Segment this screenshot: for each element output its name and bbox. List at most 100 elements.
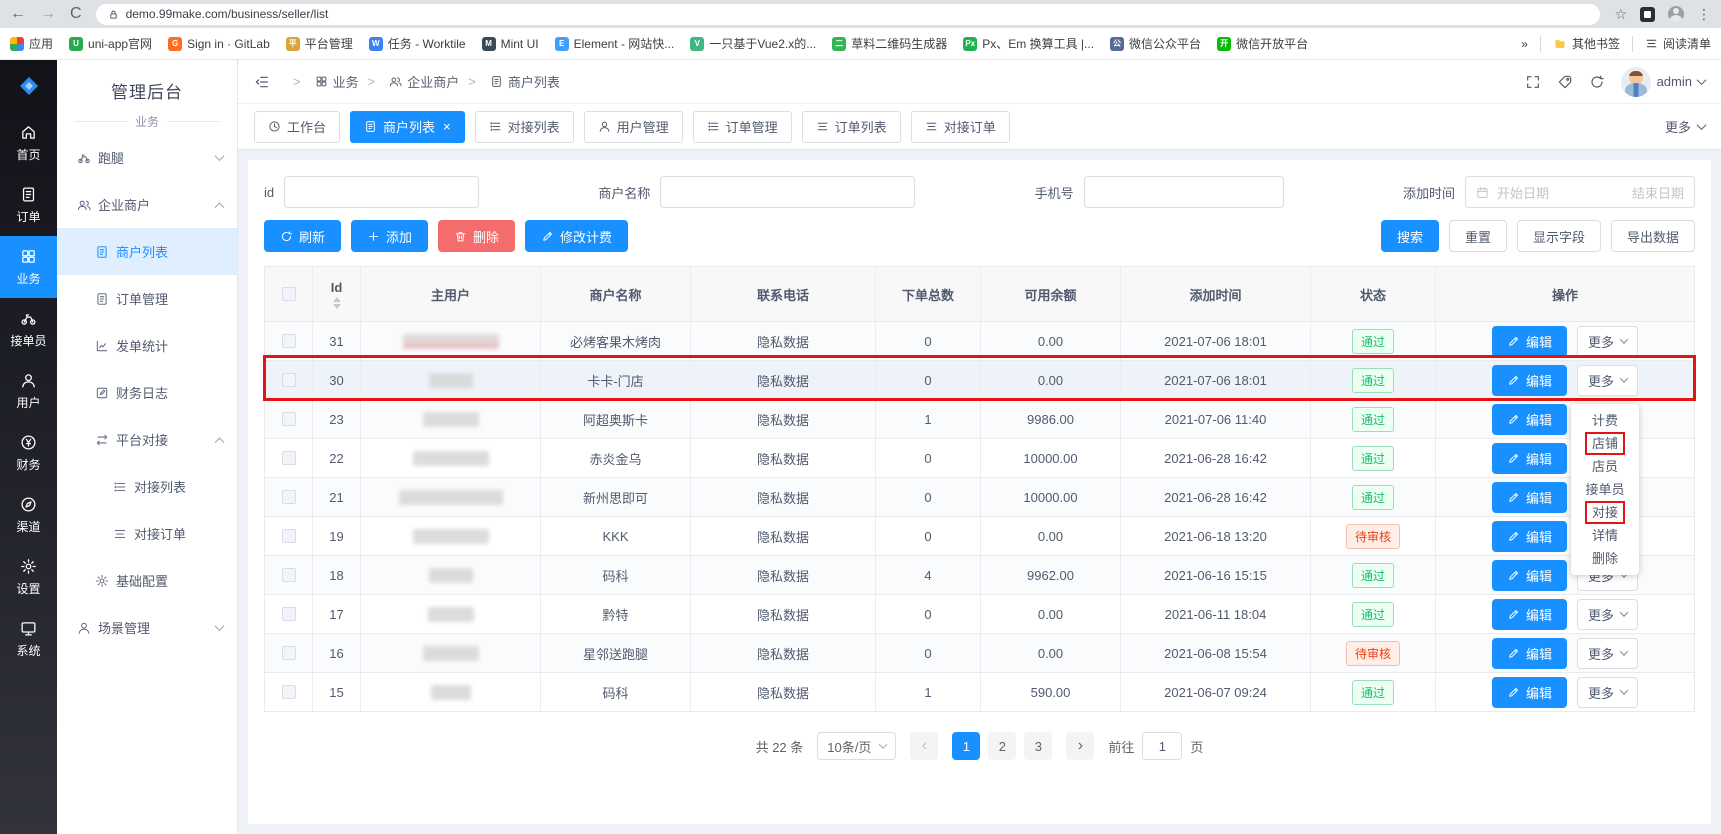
bookmark-item[interactable]: E Element - 网站快... bbox=[555, 35, 675, 52]
page-tab[interactable]: 用户管理 × bbox=[584, 111, 683, 143]
dropdown-menu-item[interactable]: 计费 bbox=[1571, 409, 1639, 432]
toolbar-action-button[interactable]: 刷新 bbox=[264, 220, 341, 252]
bookmark-item[interactable]: V 一只基于Vue2.x的... bbox=[690, 35, 816, 52]
sidebar-menu-item[interactable]: 对接订单 bbox=[57, 510, 237, 557]
more-button[interactable]: 更多 bbox=[1577, 365, 1638, 396]
select-all-checkbox[interactable] bbox=[282, 287, 296, 301]
page-tab[interactable]: 对接订单 × bbox=[911, 111, 1010, 143]
dropdown-menu-item[interactable]: 对接 bbox=[1571, 501, 1639, 524]
browser-profile-icon[interactable] bbox=[1668, 6, 1684, 22]
toolbar-action-button[interactable]: 修改计费 bbox=[525, 220, 628, 252]
sidebar-menu-item[interactable]: 商户列表 bbox=[57, 228, 237, 275]
sort-control[interactable] bbox=[333, 297, 341, 309]
toolbar-action-button[interactable]: 添加 bbox=[351, 220, 428, 252]
prev-page-button[interactable]: ‹ bbox=[910, 732, 938, 760]
page-size-select[interactable]: 10条/页 bbox=[817, 732, 896, 760]
reading-list[interactable]: 阅读清单 bbox=[1645, 35, 1711, 52]
edit-button[interactable]: 编辑 bbox=[1492, 482, 1567, 513]
page-tab[interactable]: 对接列表 × bbox=[475, 111, 574, 143]
bookmark-item[interactable]: 二 草料二维码生成器 bbox=[832, 35, 947, 52]
edit-button[interactable]: 编辑 bbox=[1492, 404, 1567, 435]
page-tab[interactable]: 工作台 × bbox=[254, 111, 340, 143]
bookmark-item[interactable]: M Mint UI bbox=[482, 37, 539, 51]
rail-nav-item[interactable]: 财务 bbox=[0, 422, 57, 484]
bookmark-item[interactable]: G Sign in · GitLab bbox=[168, 37, 270, 51]
edit-button[interactable]: 编辑 bbox=[1492, 677, 1567, 708]
row-checkbox[interactable] bbox=[282, 451, 296, 465]
row-checkbox[interactable] bbox=[282, 334, 296, 348]
dropdown-menu-item[interactable]: 店员 bbox=[1571, 455, 1639, 478]
sidebar-menu-item[interactable]: 企业商户 bbox=[57, 181, 237, 228]
sidebar-menu-item[interactable]: 平台对接 bbox=[57, 416, 237, 463]
bookmark-item[interactable]: 开 微信开放平台 bbox=[1217, 35, 1308, 52]
row-checkbox[interactable] bbox=[282, 607, 296, 621]
breadcrumb-item[interactable]: 企业商户 bbox=[359, 72, 460, 91]
next-page-button[interactable]: › bbox=[1066, 732, 1094, 760]
tab-close-icon[interactable]: × bbox=[443, 119, 451, 134]
rail-nav-item[interactable]: 渠道 bbox=[0, 484, 57, 546]
row-checkbox[interactable] bbox=[282, 412, 296, 426]
edit-button[interactable]: 编辑 bbox=[1492, 521, 1567, 552]
filter-merchant-name-input[interactable] bbox=[660, 176, 915, 208]
sidebar-menu-item[interactable]: 财务日志 bbox=[57, 369, 237, 416]
goto-page-input[interactable] bbox=[1142, 732, 1182, 760]
edit-button[interactable]: 编辑 bbox=[1492, 365, 1567, 396]
app-logo[interactable] bbox=[0, 60, 57, 112]
address-bar[interactable]: demo.99make.com/business/seller/list bbox=[96, 4, 1601, 25]
forward-button[interactable]: → bbox=[40, 6, 56, 22]
row-checkbox[interactable] bbox=[282, 646, 296, 660]
user-menu[interactable]: admin bbox=[1621, 67, 1705, 97]
page-number-button[interactable]: 3 bbox=[1024, 732, 1052, 760]
sidebar-menu-item[interactable]: 基础配置 bbox=[57, 557, 237, 604]
reload-button[interactable]: C bbox=[70, 6, 82, 22]
more-button[interactable]: 更多 bbox=[1577, 638, 1638, 669]
dropdown-menu-item[interactable]: 接单员 bbox=[1571, 478, 1639, 501]
toolbar-query-button[interactable]: 重置 bbox=[1449, 220, 1507, 252]
bookmark-item[interactable]: 应用 bbox=[10, 35, 53, 52]
bookmarks-overflow-chevron[interactable]: » bbox=[1521, 37, 1528, 51]
refresh-icon[interactable] bbox=[1589, 74, 1605, 90]
bookmark-star-icon[interactable]: ☆ bbox=[1614, 6, 1627, 23]
date-range-picker[interactable]: 开始日期 结束日期 bbox=[1465, 176, 1695, 208]
more-button[interactable]: 更多 bbox=[1577, 599, 1638, 630]
menu-fold-icon[interactable] bbox=[254, 74, 270, 90]
dropdown-menu-item[interactable]: 删除 bbox=[1571, 547, 1639, 570]
bookmark-item[interactable]: U uni-app官网 bbox=[69, 35, 152, 52]
edit-button[interactable]: 编辑 bbox=[1492, 638, 1567, 669]
toolbar-query-button[interactable]: 显示字段 bbox=[1517, 220, 1601, 252]
page-tab[interactable]: 订单管理 × bbox=[693, 111, 792, 143]
breadcrumb-item[interactable]: 商户列表 bbox=[459, 72, 560, 91]
rail-nav-item[interactable]: 首页 bbox=[0, 112, 57, 174]
page-number-button[interactable]: 2 bbox=[988, 732, 1016, 760]
rail-nav-item[interactable]: 设置 bbox=[0, 546, 57, 608]
extension-icon[interactable] bbox=[1640, 7, 1655, 22]
sidebar-menu-item[interactable]: 订单管理 bbox=[57, 275, 237, 322]
rail-nav-item[interactable]: 用户 bbox=[0, 360, 57, 422]
rail-nav-item[interactable]: 系统 bbox=[0, 608, 57, 670]
other-bookmarks[interactable]: 其他书签 bbox=[1553, 35, 1620, 52]
filter-id-input[interactable] bbox=[284, 176, 479, 208]
dropdown-menu-item[interactable]: 店铺 bbox=[1571, 432, 1639, 455]
toolbar-query-button[interactable]: 搜索 bbox=[1381, 220, 1439, 252]
more-button[interactable]: 更多 bbox=[1577, 677, 1638, 708]
bookmark-item[interactable]: 公 微信公众平台 bbox=[1110, 35, 1201, 52]
bookmark-item[interactable]: 平 平台管理 bbox=[286, 35, 353, 52]
page-tab[interactable]: 订单列表 × bbox=[802, 111, 901, 143]
bookmark-item[interactable]: Px Px、Em 换算工具 |... bbox=[963, 35, 1094, 52]
breadcrumb-item[interactable]: 业务 bbox=[284, 72, 359, 91]
sidebar-menu-item[interactable]: 跑腿 bbox=[57, 134, 237, 181]
row-checkbox[interactable] bbox=[282, 490, 296, 504]
toolbar-action-button[interactable]: 删除 bbox=[438, 220, 515, 252]
fullscreen-icon[interactable] bbox=[1525, 74, 1541, 90]
bookmark-item[interactable]: W 任务 - Worktile bbox=[369, 35, 466, 52]
tabs-more-button[interactable]: 更多 bbox=[1665, 117, 1705, 136]
row-checkbox[interactable] bbox=[282, 685, 296, 699]
edit-button[interactable]: 编辑 bbox=[1492, 560, 1567, 591]
sidebar-menu-item[interactable]: 发单统计 bbox=[57, 322, 237, 369]
back-button[interactable]: ← bbox=[10, 6, 26, 22]
rail-nav-item[interactable]: 订单 bbox=[0, 174, 57, 236]
toolbar-query-button[interactable]: 导出数据 bbox=[1611, 220, 1695, 252]
filter-phone-input[interactable] bbox=[1084, 176, 1284, 208]
edit-button[interactable]: 编辑 bbox=[1492, 326, 1567, 357]
sidebar-menu-item[interactable]: 对接列表 bbox=[57, 463, 237, 510]
